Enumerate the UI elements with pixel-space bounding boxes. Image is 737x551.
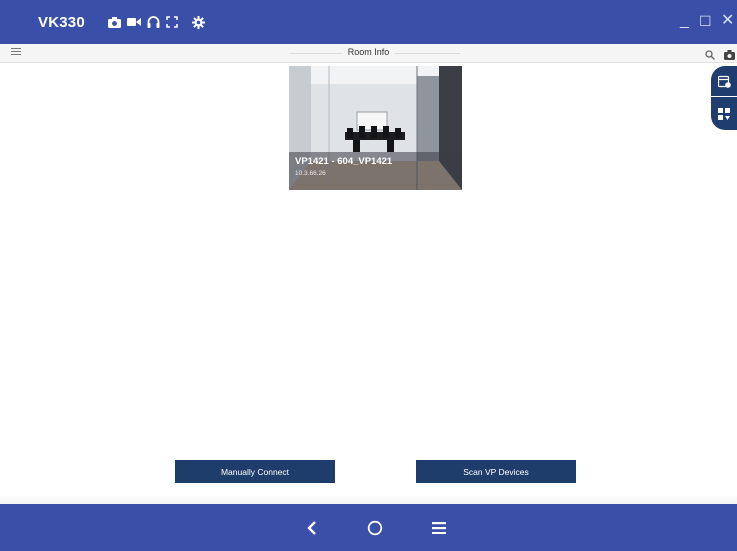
scan-vp-devices-button[interactable]: Scan VP Devices <box>416 460 576 483</box>
search-icon[interactable] <box>705 47 715 65</box>
room-name: VP1421 - 604_VP1421 <box>295 156 393 167</box>
close-button[interactable]: ✕ <box>721 13 734 29</box>
home-icon[interactable] <box>366 518 384 538</box>
camera-icon[interactable] <box>106 15 122 29</box>
gear-icon[interactable] <box>190 15 206 29</box>
navigation-bar <box>0 504 737 551</box>
menu-icon[interactable] <box>431 518 447 538</box>
back-icon[interactable] <box>305 518 319 538</box>
app-title: VK330 <box>38 14 85 31</box>
minimize-button[interactable]: _ <box>680 13 689 29</box>
video-icon[interactable] <box>126 15 142 29</box>
room-info-bar: Room Info <box>0 44 737 63</box>
room-label: VP1421 - 604_VP1421 10.3.66.26 <box>289 152 462 190</box>
room-info-title: Room Info <box>0 47 737 57</box>
title-bar: VK330 _ ☐ ✕ <box>0 0 737 44</box>
headset-icon[interactable] <box>145 15 161 29</box>
divider-strip <box>0 494 737 504</box>
room-card[interactable]: VP1421 - 604_VP1421 10.3.66.26 <box>289 66 462 190</box>
room-ip: 10.3.66.26 <box>295 170 326 177</box>
calendar-icon <box>717 75 731 88</box>
layout-button[interactable] <box>711 97 737 130</box>
maximize-button[interactable]: ☐ <box>699 13 712 29</box>
camera-capture-icon[interactable] <box>724 47 735 65</box>
manually-connect-button[interactable]: Manually Connect <box>175 460 335 483</box>
grid-icon <box>718 107 730 120</box>
fullscreen-icon[interactable] <box>164 15 180 29</box>
calendar-button[interactable] <box>711 66 737 96</box>
